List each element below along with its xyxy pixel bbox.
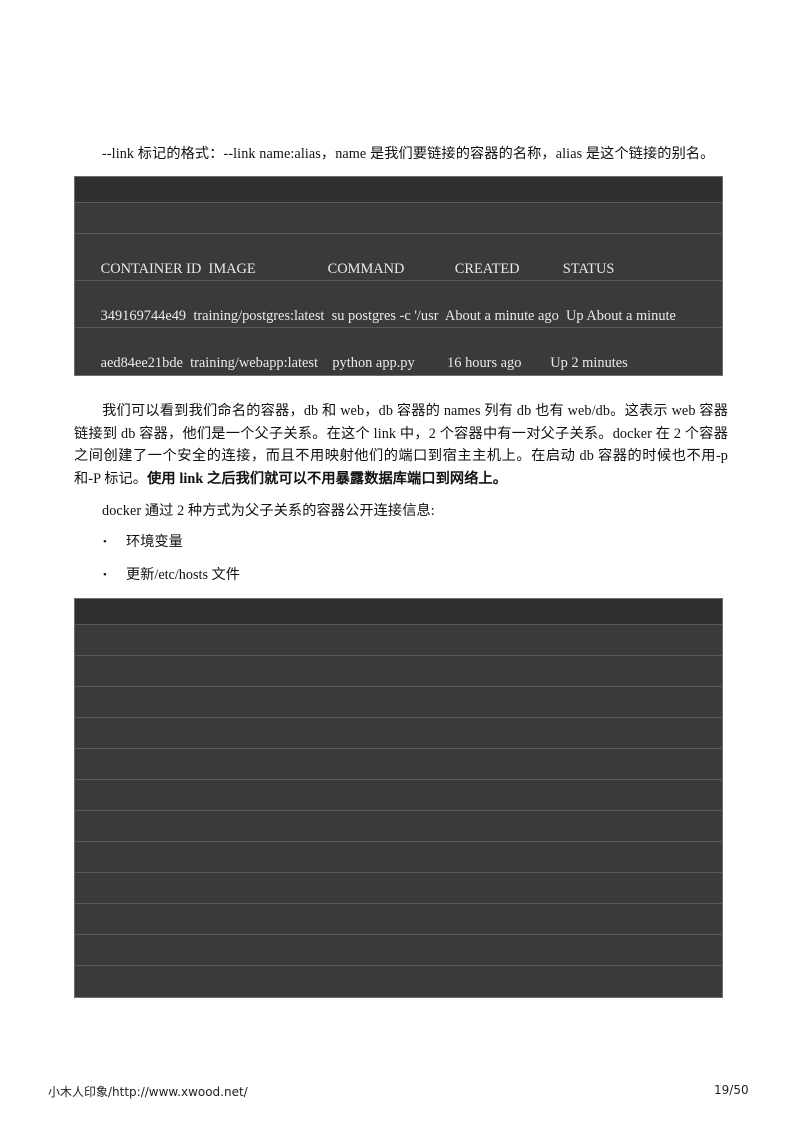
env-var-line: DB_PORT_5000_TCP_PROTO=tcp — [75, 780, 722, 811]
ellipsis-bottom: . . . — [75, 873, 722, 904]
list-item: • 更新/etc/hosts 文件 — [100, 565, 700, 585]
intro-paragraph-text: --link 标记的格式：--link name:alias，name 是我们要… — [102, 146, 715, 162]
container-row-1-line-1: 349169744e49 training/postgres:latest su… — [100, 308, 676, 324]
body-paragraph-bold-text: 使用 link 之后我们就可以不用暴露数据库端口到网络上。 — [147, 470, 508, 487]
footer-watermark-text: 小木人印象/http://www.xwood.net/ — [48, 1085, 248, 1099]
footer-watermark: 小木人印象/http://www.xwood.net/ — [48, 1083, 248, 1100]
code-block-2-command-line: $ sudo docker run --rm --name web2 --lin… — [75, 625, 722, 656]
code-block-2-caption: 使用 env 命令来查看容器的环境变量 — [75, 599, 722, 625]
ellipsis-top: . . . — [75, 656, 722, 687]
code-block-1-caption: 使用 docker ps 来查看容器的链接 — [75, 177, 722, 203]
list-item-label: 更新/etc/hosts 文件 — [126, 567, 240, 583]
code-block-2-shell-line: root@aed84ee21bde:/opt/webapp# cat /etc/… — [75, 966, 722, 997]
code-block-1-table-header: CONTAINER ID IMAGE COMMAND CREATED STATU… — [75, 234, 722, 281]
code-block-docker-ps: 使用 docker ps 来查看容器的链接 $ docker ps CONTAI… — [74, 176, 723, 376]
intro-paragraph: --link 标记的格式：--link name:alias，name 是我们要… — [74, 143, 726, 166]
code-block-docker-env: 使用 env 命令来查看容器的环境变量 $ sudo docker run --… — [74, 598, 723, 998]
env-var-line: DB_PORT_5000_TCP_PORT=5432 — [75, 811, 722, 842]
document-page: --link 标记的格式：--link name:alias，name 是我们要… — [0, 0, 800, 1132]
list-intro: docker 通过 2 种方式为父子关系的容器公开连接信息: — [74, 500, 728, 523]
list-item: • 环境变量 — [100, 532, 700, 552]
list-intro-text: docker 通过 2 种方式为父子关系的容器公开连接信息: — [102, 503, 435, 519]
body-paragraph: 我们可以看到我们命名的容器，db 和 web，db 容器的 names 列有 d… — [74, 400, 728, 490]
code-block-1-command-line: $ docker ps — [75, 203, 722, 234]
page-number: 19/50 — [714, 1083, 749, 1097]
page-number-text: 19/50 — [714, 1083, 749, 1097]
table-row: aed84ee21bde training/webapp:latest pyth… — [75, 328, 722, 375]
env-var-line: DB_PORT_5000_TCP_ADDR=172.17.0.5 — [75, 842, 722, 873]
env-var-line: DB_PORT=tcp://172.17.0.5:5432 — [75, 718, 722, 749]
table-header-line-1: CONTAINER ID IMAGE COMMAND CREATED STATU… — [100, 261, 615, 277]
list-item-label: 环境变量 — [126, 534, 183, 550]
env-var-line: DB_PORT_5000_TCP=tcp://172.17.0.5:5432 — [75, 749, 722, 780]
bullet-icon: • — [103, 569, 107, 581]
code-block-2-note: 除了环境变量，docker 还添加 host 信息到父容器的/etc/hosts… — [75, 904, 722, 935]
code-block-2-command-line-2: $ sudo docker run -t -i --rm --link db:d… — [75, 935, 722, 966]
table-row: 349169744e49 training/postgres:latest su… — [75, 281, 722, 328]
bullet-icon: • — [103, 536, 107, 548]
container-row-2-line-1: aed84ee21bde training/webapp:latest pyth… — [100, 355, 628, 371]
env-var-line: DB_NAME=/web2/db — [75, 687, 722, 718]
